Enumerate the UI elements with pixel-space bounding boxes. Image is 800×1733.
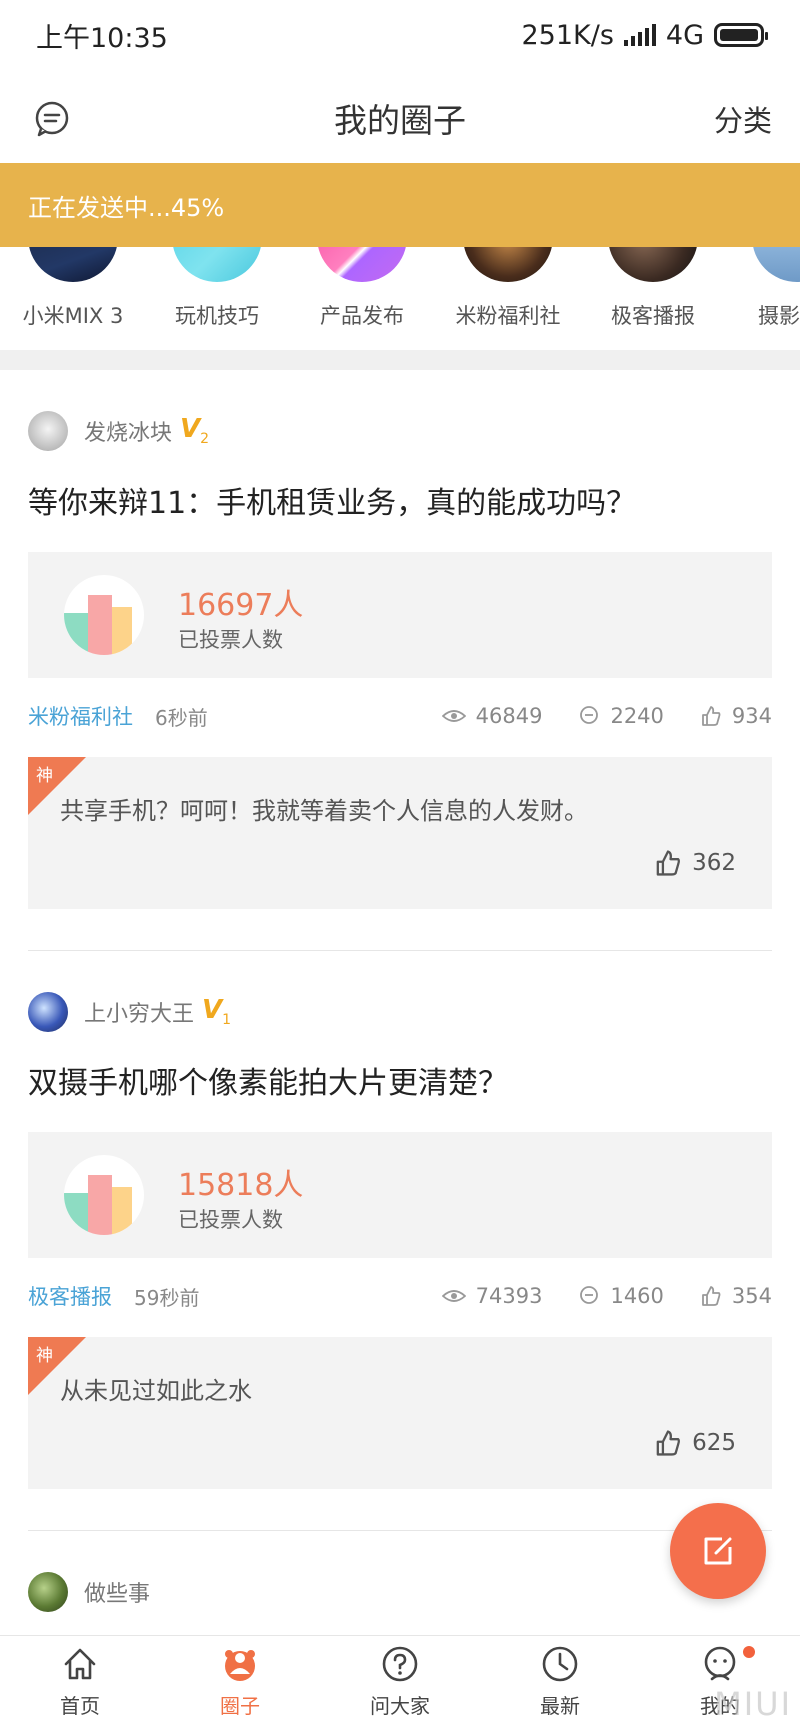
clock-icon xyxy=(542,1646,578,1682)
network-speed: 251K/s xyxy=(521,19,614,51)
section-divider xyxy=(0,350,800,370)
comment-like-button[interactable]: 362 xyxy=(654,849,736,877)
sending-progress-banner: 正在发送中...45% xyxy=(0,163,800,247)
status-bar: 上午10:35 251K/s 4G xyxy=(0,0,800,70)
avatar[interactable] xyxy=(28,1572,68,1612)
circle-label: 米粉福利社 xyxy=(455,304,561,328)
author-name[interactable]: 上小穷大王 xyxy=(84,996,194,1028)
category-button[interactable]: 分类 xyxy=(714,98,772,140)
post-time: 59秒前 xyxy=(134,1285,200,1310)
level-badge: V1 xyxy=(202,995,232,1029)
nav-home[interactable]: 首页 xyxy=(0,1636,160,1733)
comment-like-button[interactable]: 625 xyxy=(654,1429,736,1457)
app-header: 我的圈子 分类 xyxy=(0,70,800,165)
comment-count[interactable]: 2240 xyxy=(578,704,664,728)
post-author[interactable]: 上小穷大王 V1 xyxy=(28,992,231,1032)
circle-label: 极客播报 xyxy=(611,304,695,328)
thumbs-up-icon xyxy=(656,1430,681,1456)
vote-chart-icon xyxy=(64,575,144,655)
top-comment-card[interactable]: 神 共享手机？呵呵！我就等着卖个人信息的人发财。 362 xyxy=(28,757,772,909)
view-count: 46849 xyxy=(441,704,542,728)
sending-progress-text: 正在发送中...45% xyxy=(28,193,225,222)
comment-icon xyxy=(580,1286,599,1304)
profile-icon xyxy=(704,1646,736,1681)
post-time: 6秒前 xyxy=(155,705,208,730)
post-meta: 米粉福利社 6秒前 46849 2240 934 xyxy=(28,701,772,731)
vote-card[interactable]: 16697人 已投票人数 xyxy=(28,552,772,678)
vote-chart-icon xyxy=(64,1155,144,1235)
like-count[interactable]: 354 xyxy=(700,1284,772,1308)
watermark: MIUI xyxy=(714,1685,792,1723)
status-indicators: 251K/s 4G xyxy=(521,19,768,51)
edit-icon xyxy=(704,1537,732,1565)
nav-circle[interactable]: 圈子 xyxy=(160,1636,320,1733)
vote-card[interactable]: 15818人 已投票人数 xyxy=(28,1132,772,1258)
thumbs-up-icon xyxy=(656,850,681,876)
nav-label: 最新 xyxy=(540,1694,580,1718)
top-comment-text: 从未见过如此之水 xyxy=(60,1377,252,1405)
circle-label: 小米MIX 3 xyxy=(22,304,124,328)
vote-label: 已投票人数 xyxy=(178,1208,283,1232)
nav-latest[interactable]: 最新 xyxy=(480,1636,640,1733)
nav-label: 圈子 xyxy=(220,1694,260,1718)
eye-icon xyxy=(441,710,466,722)
message-icon[interactable] xyxy=(32,98,72,138)
nav-ask[interactable]: 问大家 xyxy=(320,1636,480,1733)
avatar[interactable] xyxy=(28,992,68,1032)
thumbs-up-icon xyxy=(702,1286,721,1306)
nav-label: 问大家 xyxy=(370,1694,430,1718)
home-icon xyxy=(64,1648,96,1680)
post-title[interactable]: 双摄手机哪个像素能拍大片更清楚？ xyxy=(28,1058,508,1102)
circle-icon xyxy=(225,1650,255,1681)
notification-dot xyxy=(743,1646,755,1658)
eye-icon xyxy=(441,1290,466,1302)
view-count: 74393 xyxy=(441,1284,542,1308)
author-name[interactable]: 做些事 xyxy=(84,1576,150,1608)
post-title[interactable]: 等你来辩11：手机租赁业务，真的能成功吗？ xyxy=(28,478,636,522)
vote-count: 15818人 xyxy=(178,1168,304,1203)
comment-icon xyxy=(580,706,599,724)
avatar[interactable] xyxy=(28,411,68,451)
like-count[interactable]: 934 xyxy=(700,704,772,728)
god-comment-label: 神 xyxy=(36,766,53,786)
signal-icon xyxy=(623,24,656,46)
top-comment-text: 共享手机？呵呵！我就等着卖个人信息的人发财。 xyxy=(60,797,588,825)
level-badge: V2 xyxy=(180,414,210,448)
post-separator xyxy=(28,1530,772,1531)
status-time: 上午10:35 xyxy=(36,22,168,54)
post-meta: 极客播报 59秒前 74393 1460 354 xyxy=(28,1281,772,1311)
top-comment-card[interactable]: 神 从未见过如此之水 625 xyxy=(28,1337,772,1489)
bottom-nav: 首页 圈子 问大家 最新 我的 xyxy=(0,1635,800,1733)
circle-label: 玩机技巧 xyxy=(175,304,259,328)
compose-button[interactable] xyxy=(670,1503,766,1599)
page-title: 我的圈子 xyxy=(334,100,466,140)
circle-label: 摄影 xyxy=(758,304,800,328)
question-icon xyxy=(382,1646,418,1682)
post-author[interactable]: 做些事 xyxy=(28,1572,150,1612)
comment-count[interactable]: 1460 xyxy=(578,1284,664,1308)
author-name[interactable]: 发烧冰块 xyxy=(84,415,172,447)
god-comment-label: 神 xyxy=(36,1346,53,1366)
post-author[interactable]: 发烧冰块 V2 xyxy=(28,411,209,451)
nav-label: 首页 xyxy=(60,1694,100,1718)
battery-icon xyxy=(714,23,768,47)
thumbs-up-icon xyxy=(702,706,721,726)
vote-count: 16697人 xyxy=(178,588,304,623)
vote-label: 已投票人数 xyxy=(178,628,283,652)
circle-tag[interactable]: 极客播报 xyxy=(28,1281,112,1311)
circle-label: 产品发布 xyxy=(320,304,404,328)
network-type: 4G xyxy=(665,19,704,51)
circle-tag[interactable]: 米粉福利社 xyxy=(28,701,133,731)
post-separator xyxy=(28,950,772,951)
